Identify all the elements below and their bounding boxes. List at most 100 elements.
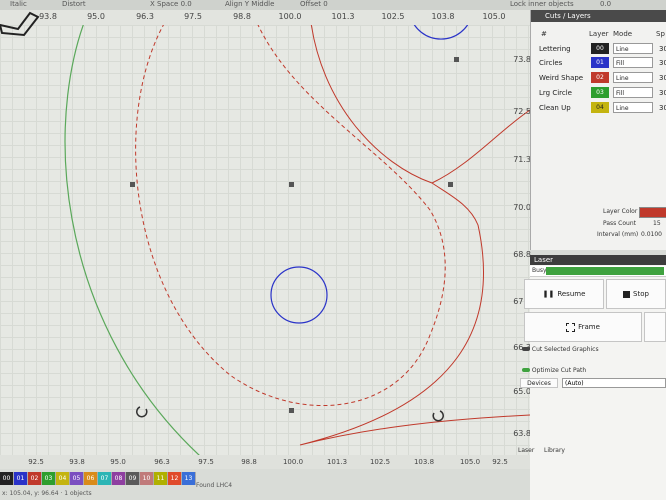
layer-row[interactable]: Lrg Circle 03 Fill 300 — [539, 86, 666, 100]
cut-selected-label: Cut Selected Graphics — [531, 346, 599, 353]
layer-row[interactable]: Weird Shape 02 Line 300 — [539, 71, 666, 85]
layer-speed: 300 — [659, 74, 666, 82]
layer-speed: 300 — [659, 104, 666, 112]
ruler-tick: 98.8 — [241, 458, 257, 466]
ruler-tick: 96.3 — [154, 458, 170, 466]
bottom-ruler: 92.5 93.8 95.0 96.3 97.5 98.8 100.0 101.… — [0, 455, 530, 469]
lock-inner-checkbox[interactable]: Lock inner objects — [510, 0, 574, 8]
ruler-tick: 73.8 — [513, 55, 531, 64]
col-header-mode: Mode — [613, 30, 633, 38]
ruler-tick: 101.3 — [331, 12, 355, 21]
design-canvas[interactable] — [0, 11, 530, 455]
interval-label: Interval (mm) — [597, 231, 639, 238]
optimize-label: Optimize Cut Path — [531, 367, 587, 374]
align-dropdown[interactable]: Align Y Middle — [225, 0, 274, 8]
ruler-tick: 103.8 — [413, 458, 435, 466]
ruler-tick: 95.0 — [87, 12, 105, 21]
palette-swatch[interactable]: 06 — [84, 472, 98, 485]
mode-dropdown[interactable]: Line — [613, 43, 653, 54]
palette-swatch[interactable]: 02 — [28, 472, 42, 485]
toggle-icon — [522, 368, 530, 372]
cut-selected-option[interactable]: Cut Selected Graphics — [522, 346, 599, 353]
palette-swatch[interactable]: 07 — [98, 472, 112, 485]
col-header-speed: Sp — [656, 30, 665, 38]
layer-row[interactable]: Lettering 00 Line 300 — [539, 42, 666, 56]
top-blue-circle — [413, 25, 469, 40]
ruler-tick: 105.0 — [459, 458, 481, 466]
palette-swatch[interactable]: 05 — [70, 472, 84, 485]
layer-row[interactable]: Circles 01 Fill 300 — [539, 56, 666, 70]
stop-button[interactable]: Stop — [606, 279, 666, 309]
device-dropdown[interactable]: (Auto) — [562, 378, 666, 388]
mode-dropdown[interactable]: Fill — [613, 57, 653, 68]
ruler-tick: 100.0 — [278, 12, 302, 21]
ruler-tick: 70.0 — [513, 203, 531, 212]
layer-color-swatch[interactable] — [639, 207, 666, 218]
offset-field[interactable]: Offset 0 — [300, 0, 328, 8]
palette-swatch[interactable]: 08 — [112, 472, 126, 485]
ruler-tick: 92.5 — [28, 458, 44, 466]
palette-swatch[interactable]: 13 — [182, 472, 196, 485]
ruler-tick: 97.5 — [198, 458, 214, 466]
devices-button[interactable]: Devices — [520, 378, 558, 388]
ruler-tick: 68.8 — [513, 250, 531, 259]
palette-swatch[interactable]: 00 — [0, 472, 14, 485]
weird-shape-top — [310, 25, 530, 184]
pass-count-label: Pass Count — [603, 220, 637, 227]
layer-name: Weird Shape — [539, 74, 584, 82]
mode-dropdown[interactable]: Line — [613, 72, 653, 83]
optimize-option[interactable]: Optimize Cut Path — [522, 367, 586, 374]
palette-swatch[interactable]: 10 — [140, 472, 154, 485]
interval-value[interactable]: 0.0100 — [641, 231, 662, 238]
distort-option[interactable]: Distort — [62, 0, 86, 8]
palette-swatch[interactable]: 04 — [56, 472, 70, 485]
ruler-tick: 65.0 — [513, 387, 531, 396]
palette-swatch[interactable]: 12 — [168, 472, 182, 485]
layer-badge: 00 — [591, 43, 609, 54]
palette-swatch[interactable]: 09 — [126, 472, 140, 485]
stop-label: Stop — [633, 290, 649, 298]
selection-handle — [289, 408, 294, 413]
layer-row[interactable]: Clean Up 04 Line 300 — [539, 101, 666, 115]
selection-handle — [130, 182, 135, 187]
palette-swatch[interactable]: 03 — [42, 472, 56, 485]
stop-icon — [623, 290, 631, 298]
layer-name: Clean Up — [539, 104, 571, 112]
col-header-layer: Layer — [589, 30, 609, 38]
canvas-drawing — [64, 25, 530, 455]
layer-badge: 03 — [591, 87, 609, 98]
col-header-num: # — [541, 30, 547, 38]
layer-name: Circles — [539, 59, 563, 67]
ruler-tick: 72.5 — [513, 107, 531, 116]
mode-dropdown[interactable]: Fill — [613, 87, 653, 98]
frame-icon — [566, 322, 576, 332]
layer-color-label: Layer Color — [603, 208, 638, 215]
xspace-field[interactable]: X Space 0.0 — [150, 0, 192, 8]
pause-icon: ❚❚ — [542, 290, 555, 298]
lettering-shape — [0, 11, 40, 37]
layer-name: Lettering — [539, 45, 571, 53]
weird-shape-outer — [299, 182, 530, 446]
top-toolbar: Italic Distort X Space 0.0 Align Y Middl… — [0, 0, 666, 10]
palette-swatch[interactable]: 11 — [154, 472, 168, 485]
resume-label: Resume — [557, 290, 586, 298]
ruler-tick: 100.0 — [282, 458, 304, 466]
panel-title: Cuts / Layers — [531, 10, 666, 22]
ruler-tick: 103.8 — [431, 12, 455, 21]
ruler-tick: 102.5 — [381, 12, 405, 21]
value-field[interactable]: 0.0 — [600, 0, 611, 8]
status-coords: x: 105.04, y: 96.64 · 1 objects — [2, 490, 92, 497]
selection-handle — [448, 182, 453, 187]
tab-laser[interactable]: Laser — [518, 447, 534, 454]
small-blue-circle — [270, 266, 328, 324]
mode-dropdown[interactable]: Line — [613, 102, 653, 113]
tab-library[interactable]: Library — [544, 447, 565, 454]
pass-count-value[interactable]: 15 — [653, 220, 661, 227]
palette-swatch[interactable]: 01 — [14, 472, 28, 485]
selection-handle — [289, 182, 294, 187]
extra-button[interactable] — [644, 312, 666, 342]
resume-button[interactable]: ❚❚ Resume — [524, 279, 604, 309]
layer-name: Lrg Circle — [539, 89, 572, 97]
top-ruler: 93.8 95.0 96.3 97.5 98.8 100.0 101.3 102… — [0, 10, 530, 26]
frame-button[interactable]: Frame — [524, 312, 642, 342]
